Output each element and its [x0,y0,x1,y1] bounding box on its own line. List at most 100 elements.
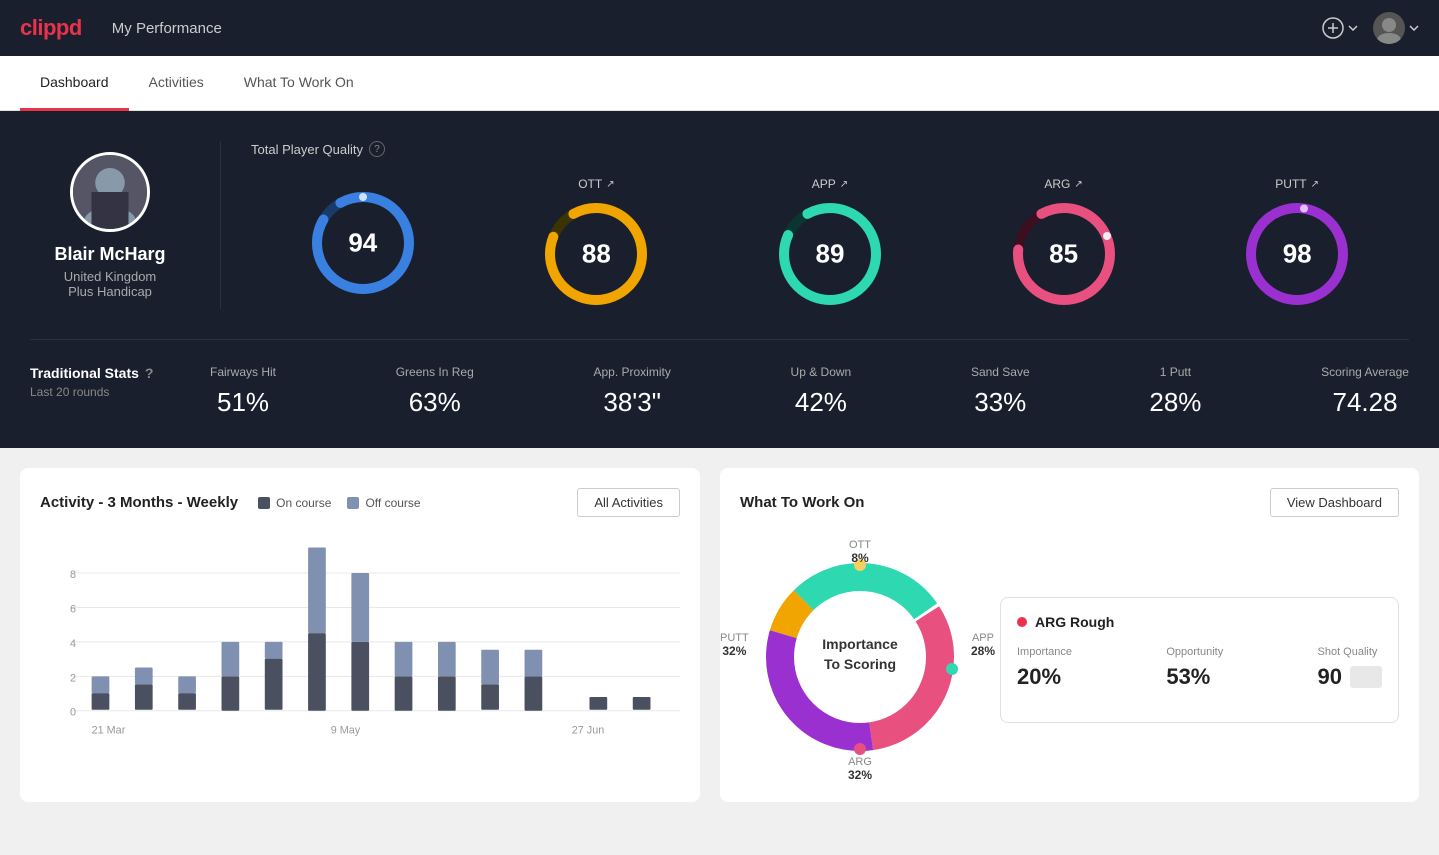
header-right [1322,12,1419,44]
main-navigation: Dashboard Activities What To Work On [0,56,1439,111]
activity-card-header: Activity - 3 Months - Weekly On course O… [40,488,680,517]
donut-chart: Importance To Scoring [740,537,980,777]
user-avatar-button[interactable] [1373,12,1419,44]
svg-text:4: 4 [70,638,76,650]
app-label: APP 28% [971,632,995,658]
help-icon[interactable]: ? [369,141,385,157]
header-title: My Performance [112,20,222,37]
shot-quality-label: Shot Quality [1318,646,1382,658]
gauge-putt-label: PUTT ↗ [1275,177,1319,191]
stats-sublabel: Last 20 rounds [30,385,190,399]
avatar [1373,12,1405,44]
stats-row: Traditional Stats ? Last 20 rounds Fairw… [30,340,1409,418]
player-avatar [70,152,150,232]
stat-sand-save: Sand Save 33% [971,365,1030,418]
legend-dot [347,497,359,509]
putt-ring: 98 [1242,199,1352,309]
svg-text:Importance: Importance [822,636,898,652]
svg-text:To Scoring: To Scoring [824,656,896,672]
gauge-app: APP ↗ 89 [718,177,942,309]
stat-app-proximity: App. Proximity 38'3" [593,365,670,418]
shot-quality-row: 90 [1318,664,1382,690]
activity-chart-card: Activity - 3 Months - Weekly On course O… [20,468,700,802]
stat-name: Greens In Reg [396,365,474,379]
all-activities-button[interactable]: All Activities [577,488,680,517]
header-left: clippd My Performance [20,15,222,41]
arrow-icon: ↗ [840,179,848,190]
tab-activities[interactable]: Activities [129,56,224,111]
view-dashboard-button[interactable]: View Dashboard [1270,488,1399,517]
ott-label: OTT 8% [849,539,871,565]
stat-name: 1 Putt [1160,365,1191,379]
opportunity-value: 53% [1166,664,1223,690]
gauges-container: 94 OTT ↗ 88 [251,177,1409,309]
shot-quality-value: 90 [1318,664,1342,690]
app-ring: 89 [775,199,885,309]
svg-text:27 Jun: 27 Jun [572,724,604,736]
arrow-icon: ↗ [1074,179,1082,190]
gauge-arg-label: ARG ↗ [1044,177,1082,191]
shot-quality-metric: Shot Quality 90 [1318,646,1382,690]
stat-name: App. Proximity [593,365,670,379]
putt-value: 98 [1283,239,1312,270]
player-info: Blair McHarg United Kingdom Plus Handica… [30,152,190,299]
legend-off-course: Off course [347,496,420,510]
importance-label: Importance [1017,646,1072,658]
opportunity-metric: Opportunity 53% [1166,646,1223,690]
donut-wrapper: Importance To Scoring OTT 8% APP 28% ARG… [740,537,980,782]
stat-name: Sand Save [971,365,1030,379]
arg-ring: 85 [1009,199,1119,309]
ott-value: 88 [582,239,611,270]
player-country: United Kingdom [64,269,157,284]
stat-scoring-average: Scoring Average 74.28 [1321,365,1409,418]
vertical-divider [220,141,221,309]
importance-metric: Importance 20% [1017,646,1072,690]
stat-value: 33% [974,387,1026,418]
importance-value: 20% [1017,664,1072,690]
stat-name: Up & Down [791,365,852,379]
gauge-app-label: APP ↗ [812,177,848,191]
stats-items: Fairways Hit 51% Greens In Reg 63% App. … [210,365,1409,418]
add-button[interactable] [1322,17,1358,39]
stat-value: 74.28 [1332,387,1397,418]
svg-text:2: 2 [70,672,76,684]
stat-value: 38'3" [603,387,661,418]
legend-on-course: On course [258,496,331,510]
chevron-down-icon [1348,25,1358,31]
top-section: Blair McHarg United Kingdom Plus Handica… [30,141,1409,340]
stat-1-putt: 1 Putt 28% [1149,365,1201,418]
quality-section: Total Player Quality ? 94 [251,141,1409,309]
stat-up-and-down: Up & Down 42% [791,365,852,418]
stat-value: 51% [217,387,269,418]
wtwo-content: Importance To Scoring OTT 8% APP 28% ARG… [740,537,1399,782]
tab-what-to-work-on[interactable]: What To Work On [224,56,374,111]
app-header: clippd My Performance [0,0,1439,56]
svg-text:21 Mar: 21 Mar [92,724,126,736]
chevron-down-icon [1409,25,1419,31]
activity-chart-title: Activity - 3 Months - Weekly [40,494,238,511]
ott-ring: 88 [541,199,651,309]
gauge-main: 94 [251,188,475,298]
stat-value: 42% [795,387,847,418]
info-card-title: ARG Rough [1017,614,1382,630]
help-icon[interactable]: ? [145,365,154,381]
stat-name: Fairways Hit [210,365,276,379]
chart-legend: On course Off course [258,496,421,510]
stat-greens-in-reg: Greens In Reg 63% [396,365,474,418]
app-logo: clippd [20,15,82,41]
svg-text:0: 0 [70,707,76,719]
main-ring: 94 [308,188,418,298]
tab-dashboard[interactable]: Dashboard [20,56,129,111]
svg-text:6: 6 [70,603,76,615]
stat-value: 28% [1149,387,1201,418]
player-name: Blair McHarg [54,244,165,265]
legend-dot [258,497,270,509]
gauge-ott: OTT ↗ 88 [485,177,709,309]
what-to-work-on-card: What To Work On View Dashboard [720,468,1419,802]
chart-wrapper: 0 2 4 6 8 [40,537,680,742]
stat-value: 63% [409,387,461,418]
opportunity-label: Opportunity [1166,646,1223,658]
dashboard-panel: Blair McHarg United Kingdom Plus Handica… [0,111,1439,448]
shot-quality-bar [1350,666,1382,688]
wtwo-title: What To Work On [740,494,864,511]
